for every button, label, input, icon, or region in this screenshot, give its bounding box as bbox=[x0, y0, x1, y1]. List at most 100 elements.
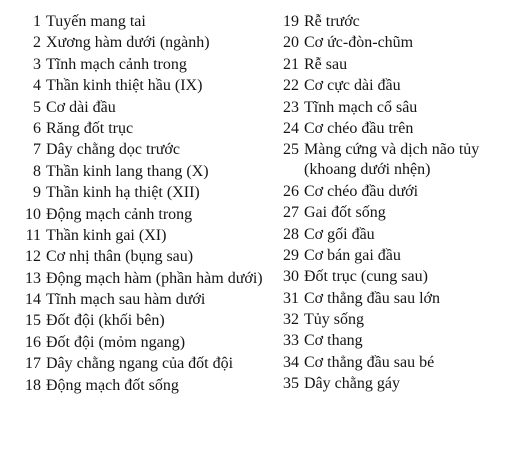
legend-item: 33 Cơ thang bbox=[282, 331, 510, 351]
legend-item: 19 Rễ trước bbox=[282, 12, 510, 32]
item-label: Động mạch cảnh trong bbox=[46, 205, 193, 223]
item-label: Răng đốt trục bbox=[46, 119, 134, 137]
item-label: Tuyến mang tai bbox=[46, 13, 146, 30]
item-label: Cơ chéo đầu dưới bbox=[304, 182, 419, 200]
legend-item: 8 Thần kinh lang thang (X) bbox=[24, 162, 274, 182]
legend-item: 22 Cơ cực dài đầu bbox=[282, 76, 510, 96]
item-label: Tĩnh mạch cổ sâu bbox=[304, 98, 418, 116]
item-label: Xương hàm dưới (ngành) bbox=[46, 34, 210, 52]
item-number: 15 bbox=[25, 312, 41, 330]
item-label: Rễ trước bbox=[304, 13, 360, 30]
item-number: 26 bbox=[283, 182, 299, 200]
legend-item: 26 Cơ chéo đầu dưới bbox=[282, 182, 510, 202]
item-number: 22 bbox=[283, 77, 299, 95]
item-label: Màng cứng và dịch não tủy (khoang dưới n… bbox=[304, 141, 480, 179]
legend-item: 25 Màng cứng và dịch não tủy (khoang dưới… bbox=[282, 140, 510, 180]
legend-item: 20 Cơ ức-đòn-chũm bbox=[282, 33, 510, 53]
item-number: 3 bbox=[33, 55, 41, 73]
item-number: 14 bbox=[25, 291, 41, 309]
item-number: 25 bbox=[283, 141, 299, 159]
item-label: Cơ thẳng đầu sau bé bbox=[304, 353, 435, 371]
item-number: 6 bbox=[33, 119, 41, 137]
item-number: 1 bbox=[33, 13, 41, 30]
item-number: 12 bbox=[25, 248, 41, 266]
item-number: 2 bbox=[33, 34, 41, 52]
item-label: Cơ chéo đầu trên bbox=[304, 119, 414, 137]
legend-item: 32 Tủy sống bbox=[282, 310, 510, 330]
legend-item: 7 Dây chằng dọc trước bbox=[24, 140, 274, 160]
item-number: 28 bbox=[283, 225, 299, 243]
item-label: Rễ sau bbox=[304, 55, 348, 73]
item-number: 31 bbox=[283, 289, 299, 307]
legend-item: 5 Cơ dài đầu bbox=[24, 98, 274, 118]
item-label: Cơ thang bbox=[304, 332, 363, 350]
item-label: Cơ gối đầu bbox=[304, 225, 375, 243]
item-number: 8 bbox=[33, 162, 41, 180]
legend-item: 23 Tĩnh mạch cổ sâu bbox=[282, 98, 510, 118]
item-number: 32 bbox=[283, 311, 299, 329]
item-number: 10 bbox=[25, 205, 41, 223]
legend-item: 21 Rễ sau bbox=[282, 55, 510, 75]
item-number: 13 bbox=[25, 269, 41, 287]
item-label: Cơ bán gai đầu bbox=[304, 246, 401, 264]
legend-item: 12 Cơ nhị thân (bụng sau) bbox=[24, 247, 274, 267]
item-label: Cơ ức-đòn-chũm bbox=[304, 34, 414, 52]
legend-item: 9 Thần kinh hạ thiệt (XII) bbox=[24, 183, 274, 203]
item-number: 27 bbox=[283, 204, 299, 222]
item-label: Thần kinh thiệt hầu (IX) bbox=[46, 77, 203, 95]
legend-item: 14 Tĩnh mạch sau hàm dưới bbox=[24, 290, 274, 310]
legend-item: 24 Cơ chéo đầu trên bbox=[282, 119, 510, 139]
item-number: 7 bbox=[33, 141, 41, 159]
item-label: Thần kinh hạ thiệt (XII) bbox=[46, 184, 200, 202]
item-label: Tủy sống bbox=[304, 311, 364, 329]
item-label: Thần kinh gai (XI) bbox=[46, 226, 167, 244]
item-number: 4 bbox=[33, 77, 41, 95]
item-number: 34 bbox=[283, 353, 299, 371]
legend-item: 4 Thần kinh thiệt hầu (IX) bbox=[24, 76, 274, 96]
item-number: 16 bbox=[25, 333, 41, 351]
item-label: Dây chằng gáy bbox=[304, 375, 400, 393]
item-label: Cơ nhị thân (bụng sau) bbox=[46, 248, 194, 266]
legend-right-column: 19 Rễ trước 20 Cơ ức-đòn-chũm 21 Rễ sau 22 C… bbox=[282, 12, 510, 396]
item-number: 20 bbox=[283, 34, 299, 52]
legend-item: 29 Cơ bán gai đầu bbox=[282, 246, 510, 266]
legend-item: 34 Cơ thẳng đầu sau bé bbox=[282, 353, 510, 373]
legend-item: 13 Động mạch hàm (phần hàm dưới) bbox=[24, 269, 274, 289]
legend-item: 30 Đốt trục (cung sau) bbox=[282, 267, 510, 287]
item-number: 18 bbox=[25, 376, 41, 394]
legend-item: 1 Tuyến mang tai bbox=[24, 12, 274, 32]
item-number: 19 bbox=[283, 13, 299, 30]
legend-item: 35 Dây chằng gáy bbox=[282, 374, 510, 394]
item-label: Đốt đội (mỏm ngang) bbox=[46, 333, 186, 351]
legend-item: 3 Tĩnh mạch cảnh trong bbox=[24, 55, 274, 75]
item-number: 11 bbox=[25, 226, 41, 244]
legend-item: 2 Xương hàm dưới (ngành) bbox=[24, 33, 274, 53]
item-label: Đốt trục (cung sau) bbox=[304, 268, 428, 286]
item-number: 29 bbox=[283, 246, 299, 264]
legend-item: 28 Cơ gối đầu bbox=[282, 225, 510, 245]
legend-item: 31 Cơ thẳng đầu sau lớn bbox=[282, 289, 510, 309]
legend-item: 10 Động mạch cảnh trong bbox=[24, 205, 274, 225]
legend-item: 27 Gai đốt sống bbox=[282, 203, 510, 223]
item-number: 23 bbox=[283, 98, 299, 116]
item-label: Cơ thẳng đầu sau lớn bbox=[304, 289, 441, 307]
item-number: 33 bbox=[283, 332, 299, 350]
item-label: Thần kinh lang thang (X) bbox=[46, 162, 209, 180]
item-number: 17 bbox=[25, 355, 41, 373]
item-label: Động mạch đốt sống bbox=[46, 376, 179, 394]
legend-item: 17 Dây chằng ngang của đốt đội bbox=[24, 354, 274, 374]
legend-item: 18 Động mạch đốt sống bbox=[24, 376, 274, 396]
legend-item: 15 Đốt đội (khối bên) bbox=[24, 311, 274, 331]
item-number: 5 bbox=[33, 98, 41, 116]
item-number: 30 bbox=[283, 268, 299, 286]
item-label: Tĩnh mạch cảnh trong bbox=[46, 55, 187, 73]
item-label: Dây chằng dọc trước bbox=[46, 141, 180, 159]
item-number: 24 bbox=[283, 119, 299, 137]
item-label: Tĩnh mạch sau hàm dưới bbox=[46, 291, 206, 309]
item-number: 9 bbox=[33, 184, 41, 202]
item-label: Cơ dài đầu bbox=[46, 98, 116, 116]
legend-item: 11 Thần kinh gai (XI) bbox=[24, 226, 274, 246]
item-label: Động mạch hàm (phần hàm dưới) bbox=[46, 269, 263, 287]
item-number: 35 bbox=[283, 375, 299, 393]
item-label: Cơ cực dài đầu bbox=[304, 77, 401, 95]
